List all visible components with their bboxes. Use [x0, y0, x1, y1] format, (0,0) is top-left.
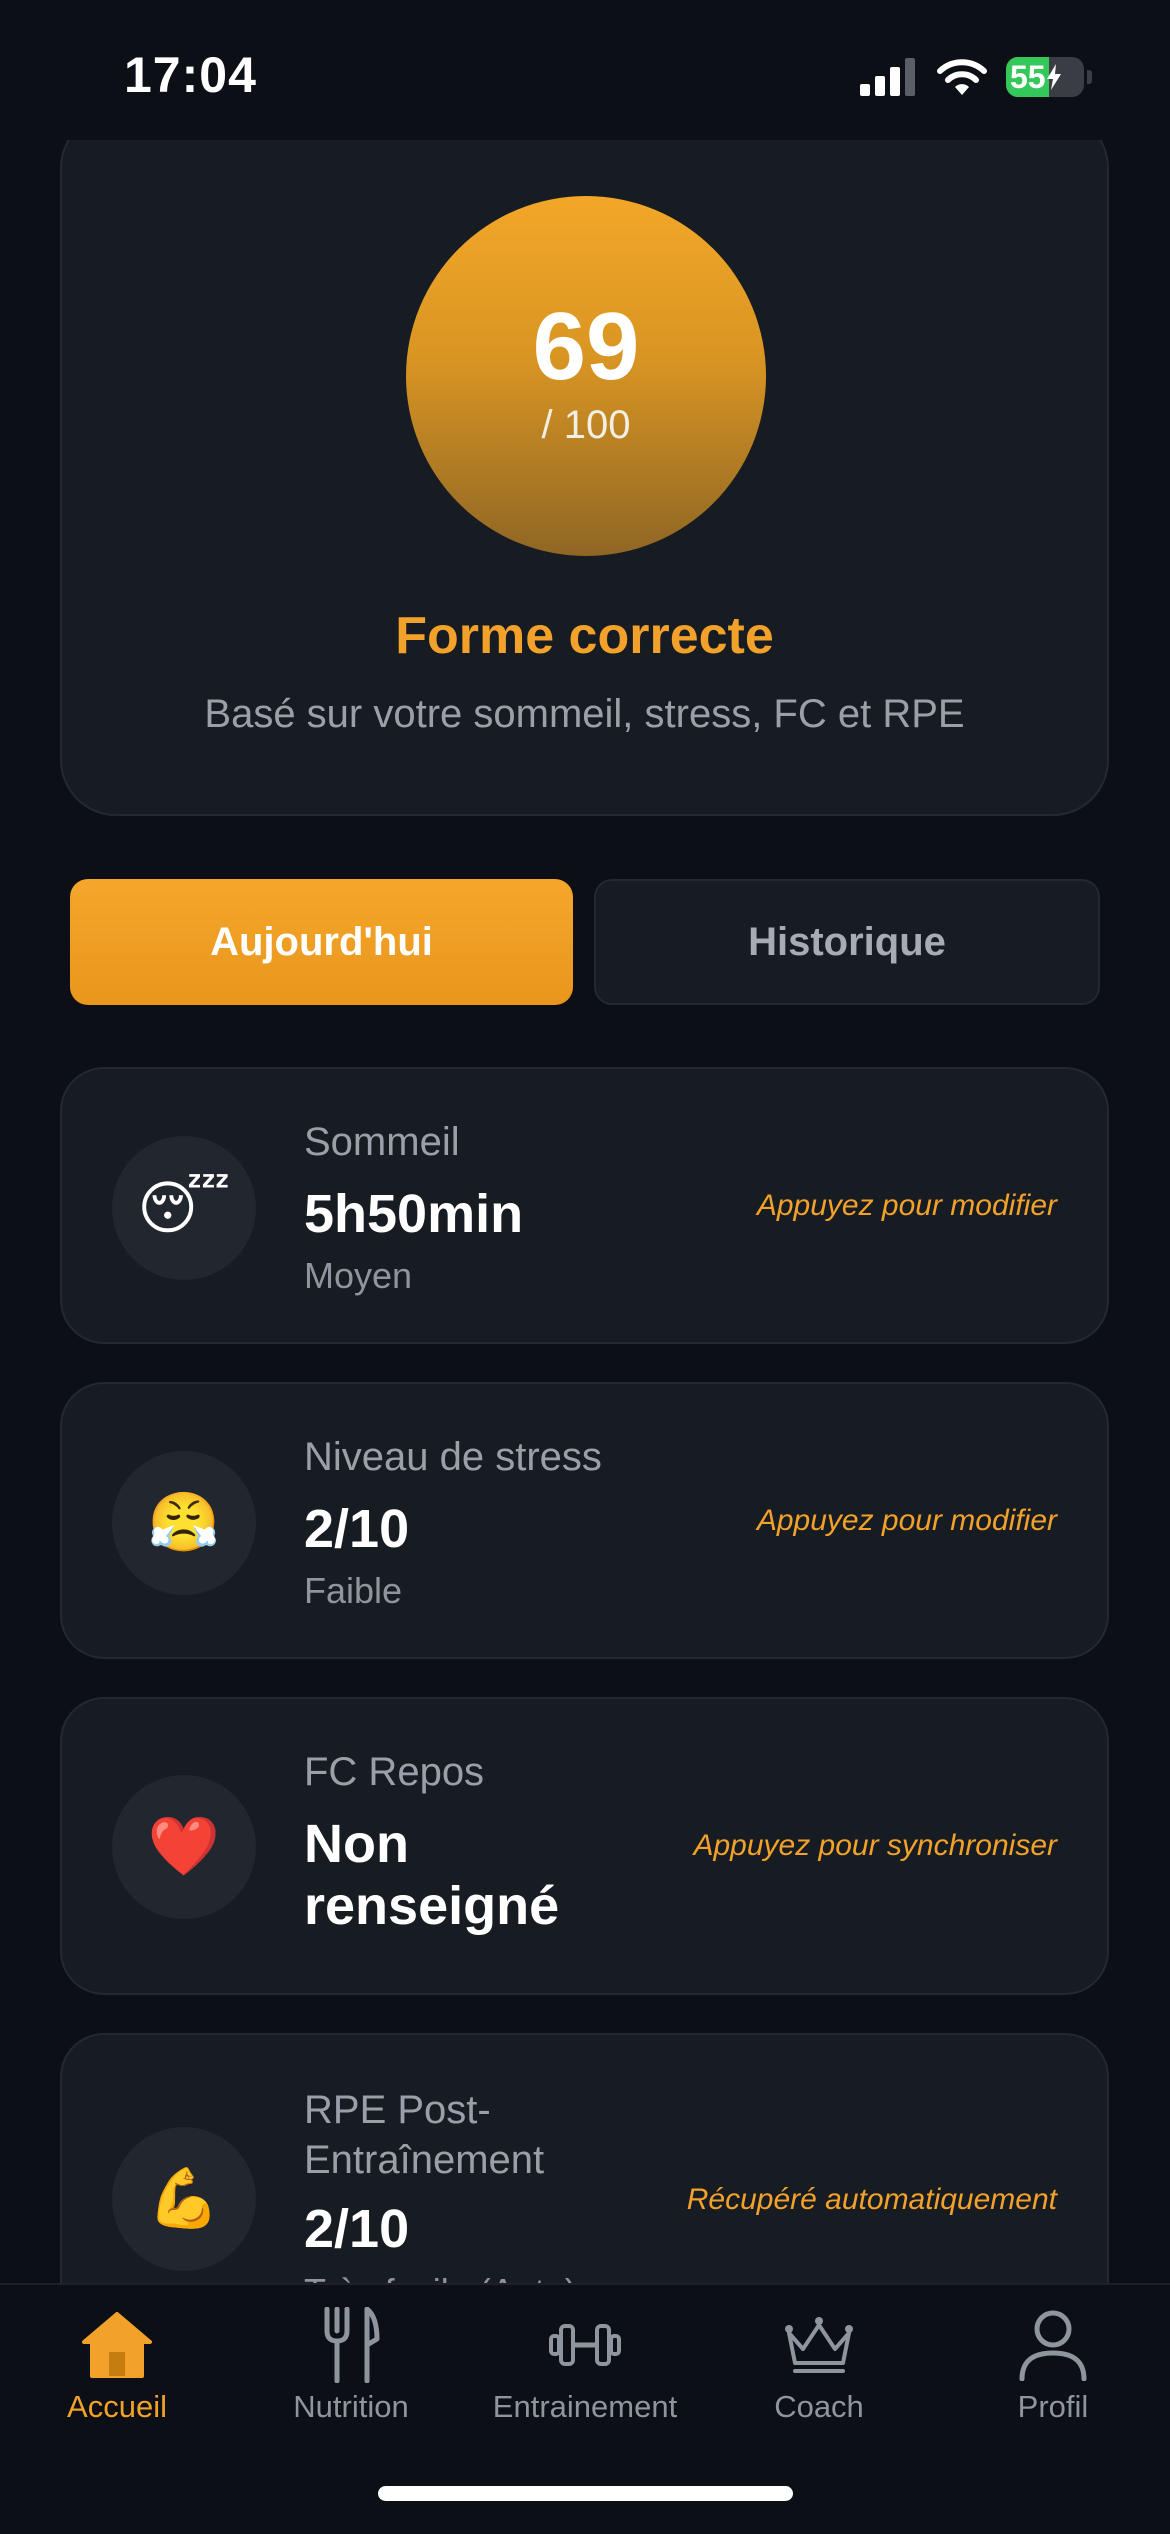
score-max: / 100	[541, 402, 631, 447]
home-indicator	[378, 2486, 793, 2501]
heart-icon: ❤️	[112, 1775, 256, 1919]
rpe-value: 2/10	[304, 2199, 410, 2259]
nav-home-label: Accueil	[67, 2389, 167, 2424]
cellular-signal-icon	[860, 58, 915, 96]
nav-profile[interactable]: Profil	[936, 2285, 1170, 2455]
battery-indicator: 55	[1006, 57, 1092, 97]
dumbbell-icon	[545, 2305, 625, 2385]
crown-icon	[779, 2305, 859, 2385]
sleep-title: Sommeil	[304, 1120, 460, 1164]
sleeping-face-icon: 😴	[112, 1136, 256, 1280]
sleep-edit-hint: Appuyez pour modifier	[756, 1189, 1057, 1222]
sleep-card[interactable]: 😴 Sommeil 5h50min Moyen Appuyez pour mod…	[60, 1067, 1109, 1344]
tab-today[interactable]: Aujourd'hui	[70, 879, 573, 1005]
main-content: 69 / 100 Forme correcte Basé sur votre s…	[0, 0, 1170, 2283]
score-description: Basé sur votre sommeil, stress, FC et RP…	[204, 692, 965, 736]
stress-level: Faible	[304, 1570, 403, 1611]
score-label: Forme correcte	[395, 607, 774, 665]
nav-coach-label: Coach	[774, 2389, 864, 2424]
stress-card[interactable]: 😤 Niveau de stress 2/10 Faible Appuyez p…	[60, 1382, 1109, 1659]
resting-hr-card[interactable]: ❤️ FC Repos Non renseigné Appuyez pour s…	[60, 1697, 1109, 1995]
readiness-score-card: 69 / 100 Forme correcte Basé sur votre s…	[60, 112, 1109, 816]
nav-coach[interactable]: Coach	[702, 2285, 936, 2455]
rpe-title-line2: Entraînement	[304, 2138, 545, 2182]
rpe-card[interactable]: 💪 RPE Post- Entraînement 2/10 Très facil…	[60, 2033, 1109, 2283]
nav-training-label: Entrainement	[492, 2389, 678, 2424]
battery-percent: 55	[1010, 58, 1046, 95]
person-icon	[1013, 2305, 1093, 2385]
resting-hr-title: FC Repos	[304, 1750, 485, 1794]
tab-history[interactable]: Historique	[594, 879, 1100, 1005]
charging-bolt-icon	[1046, 64, 1061, 90]
resting-hr-value-line1: Non	[304, 1814, 409, 1874]
wifi-icon	[937, 59, 987, 95]
nav-home[interactable]: Accueil	[0, 2285, 234, 2455]
home-icon	[77, 2305, 157, 2385]
score-value: 69	[532, 292, 640, 400]
battery-icon: 55	[1006, 57, 1084, 97]
fork-knife-icon	[311, 2305, 391, 2385]
flexed-biceps-icon: 💪	[112, 2127, 256, 2271]
nav-training[interactable]: Entrainement	[468, 2285, 702, 2455]
resting-hr-value-line2: renseigné	[304, 1876, 560, 1936]
stress-edit-hint: Appuyez pour modifier	[756, 1504, 1057, 1537]
status-icons: 55	[860, 52, 1092, 102]
steam-face-icon: 😤	[112, 1451, 256, 1595]
view-tabs: Aujourd'hui Historique	[70, 879, 1100, 1005]
nav-nutrition[interactable]: Nutrition	[234, 2285, 468, 2455]
stress-value: 2/10	[304, 1499, 410, 1559]
rpe-auto-hint: Récupéré automatiquement	[686, 2183, 1057, 2216]
sleep-value: 5h50min	[304, 1184, 524, 1244]
status-time: 17:04	[124, 47, 257, 103]
score-circle: 69 / 100	[406, 196, 766, 556]
nav-nutrition-label: Nutrition	[293, 2389, 409, 2424]
nav-profile-label: Profil	[1017, 2389, 1089, 2424]
rpe-level: Très facile (Auto)	[304, 2271, 577, 2283]
resting-hr-sync-hint: Appuyez pour synchroniser	[693, 1829, 1057, 1862]
rpe-title-line1: RPE Post-	[304, 2088, 491, 2132]
status-bar: 17:04 55	[0, 0, 1170, 140]
sleep-quality: Moyen	[304, 1255, 413, 1296]
stress-title: Niveau de stress	[304, 1435, 602, 1479]
